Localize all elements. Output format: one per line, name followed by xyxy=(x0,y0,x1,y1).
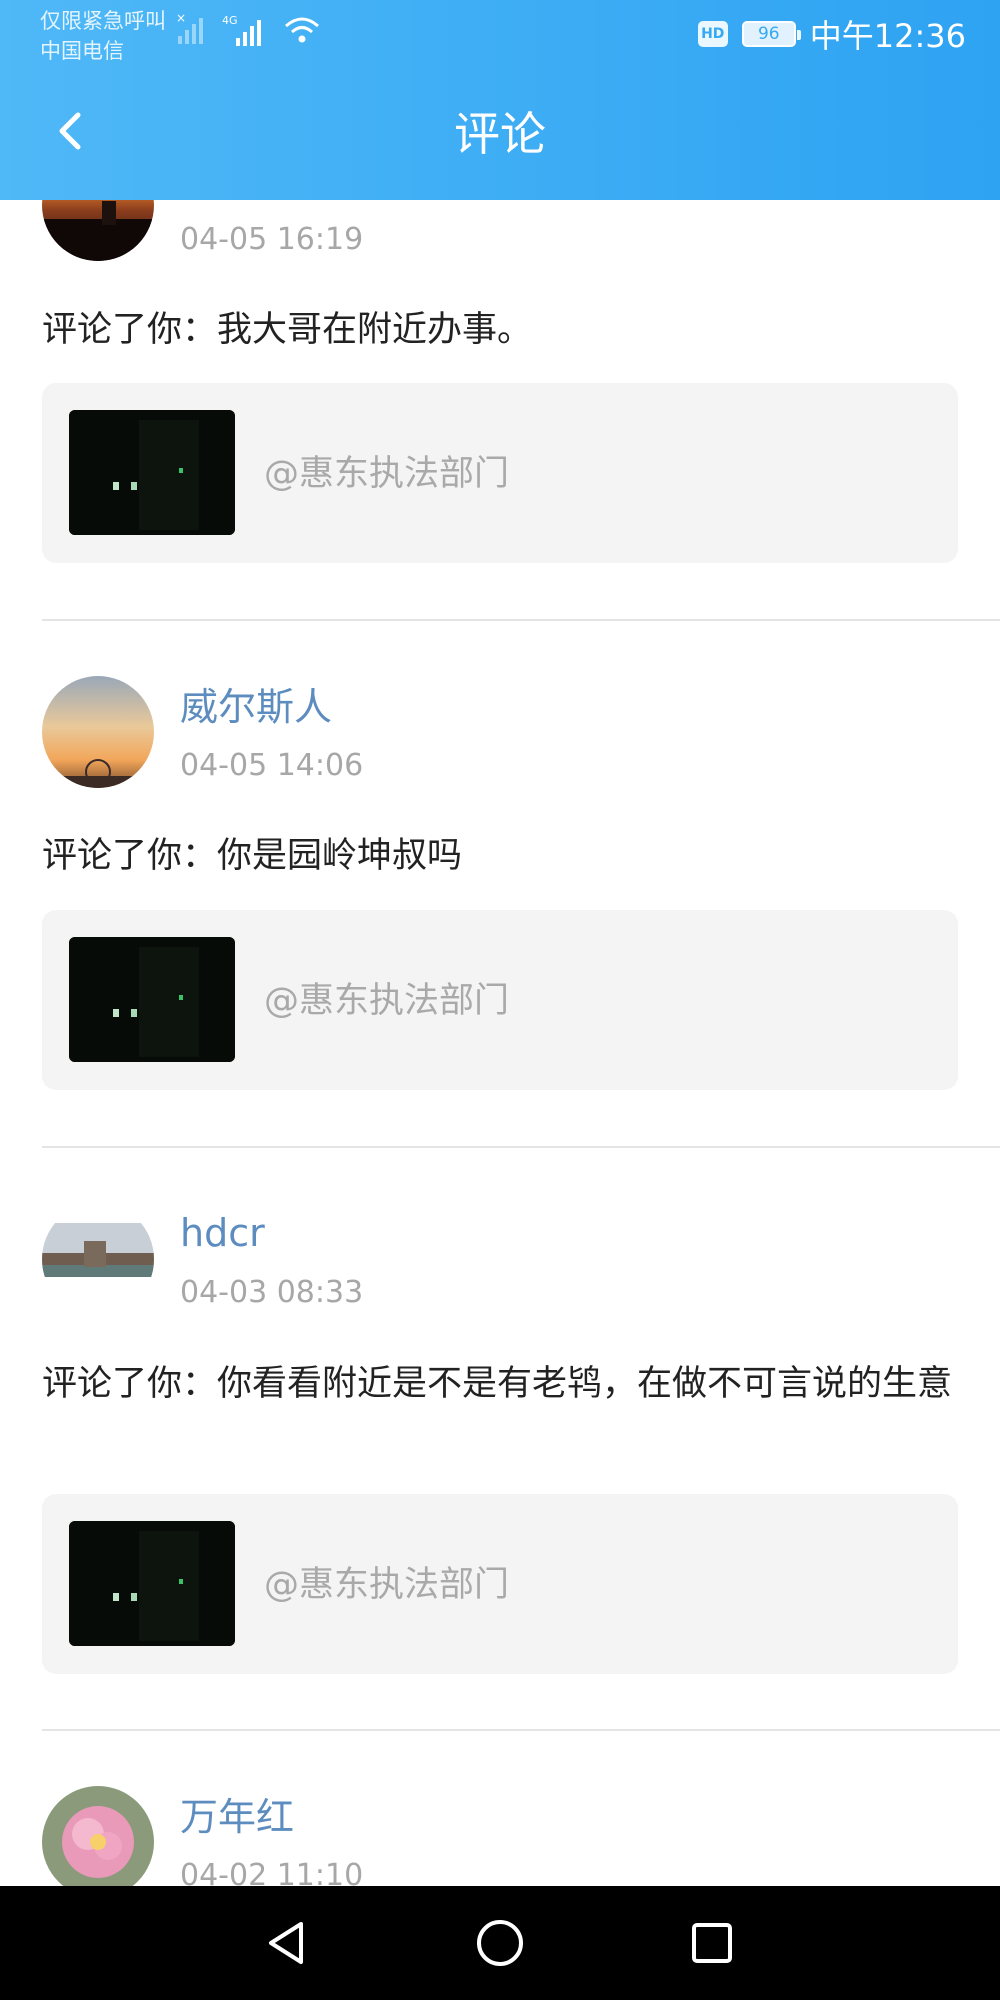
wifi-icon xyxy=(282,12,322,48)
svg-text:×: × xyxy=(176,12,186,25)
divider xyxy=(42,1729,1000,1731)
network-type: 4G xyxy=(222,14,238,27)
carrier-info: 仅限紧急呼叫 中国电信 xyxy=(40,6,166,66)
comment-date: 04-05 14:06 xyxy=(180,748,364,783)
quoted-post-card[interactable]: @惠东执法部门 xyxy=(42,383,958,563)
post-thumbnail xyxy=(69,1521,235,1646)
battery-level: 96 xyxy=(757,24,780,44)
circle-home-icon[interactable] xyxy=(470,1913,530,1973)
system-nav-bar xyxy=(0,1886,1000,2000)
quoted-post-card[interactable]: @惠东执法部门 xyxy=(42,910,958,1090)
carrier-name: 中国电信 xyxy=(40,39,124,63)
avatar[interactable] xyxy=(42,1786,154,1886)
comment-date: 04-02 11:10 xyxy=(180,1858,364,1886)
cellular-4g-icon: 4G xyxy=(222,12,272,48)
status-right: HD 96 中午12:36 xyxy=(697,14,966,55)
triangle-back-icon[interactable] xyxy=(256,1913,316,1973)
comment-text: 评论了你：你是园岭坤叔吗 xyxy=(42,836,463,876)
post-thumbnail xyxy=(69,410,235,535)
commenter-name[interactable]: hdcr xyxy=(180,1208,265,1258)
status-bar: 仅限紧急呼叫 中国电信 × 4G HD 96 中午12:36 xyxy=(0,0,1000,70)
quoted-post-card[interactable]: @惠东执法部门 xyxy=(42,1494,958,1674)
commenter-name[interactable]: 威尔斯人 xyxy=(180,682,332,732)
comment-date: 04-05 16:19 xyxy=(180,222,364,257)
comment-text: 评论了你：你看看附近是不是有老鸨，在做不可言说的生意 xyxy=(42,1364,953,1404)
square-recents-icon[interactable] xyxy=(682,1913,742,1973)
quoted-post-text: @惠东执法部门 xyxy=(264,454,510,494)
comment-feed[interactable]: 04-05 16:19 评论了你：我大哥在附近办事。 @惠东执法部门 威尔斯人 … xyxy=(0,0,1000,1886)
avatar[interactable] xyxy=(42,1203,154,1315)
post-thumbnail xyxy=(69,937,235,1062)
comment-text: 评论了你：我大哥在附近办事。 xyxy=(42,310,533,350)
hd-icon: HD xyxy=(697,21,728,47)
battery-icon: 96 xyxy=(741,21,801,47)
quoted-post-text: @惠东执法部门 xyxy=(264,1565,510,1605)
emergency-only-text: 仅限紧急呼叫 xyxy=(40,9,166,33)
divider xyxy=(42,1146,1000,1148)
divider xyxy=(42,619,1000,621)
comment-date: 04-03 08:33 xyxy=(180,1275,364,1310)
quoted-post-text: @惠东执法部门 xyxy=(264,981,510,1021)
app-header: 仅限紧急呼叫 中国电信 × 4G HD 96 中午12:36 评论 xyxy=(0,0,1000,200)
avatar[interactable] xyxy=(42,676,154,788)
signal-icon: × xyxy=(176,12,210,46)
page-title: 评论 xyxy=(454,107,546,161)
clock: 中午12:36 xyxy=(809,17,966,55)
commenter-name[interactable]: 万年红 xyxy=(180,1792,294,1842)
